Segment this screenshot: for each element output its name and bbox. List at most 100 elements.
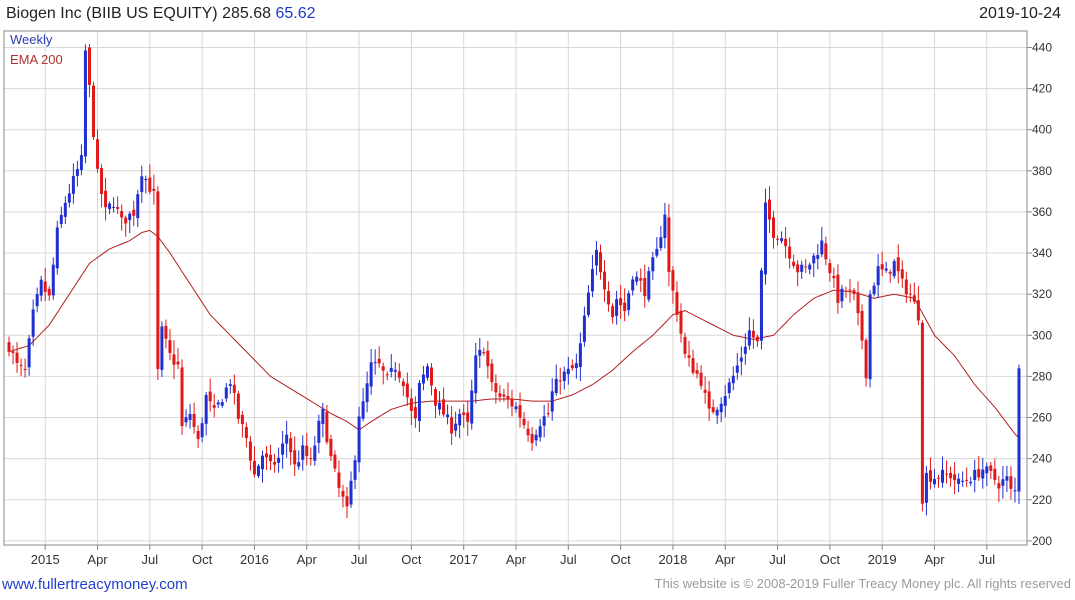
candle-body xyxy=(454,423,458,431)
candle-body xyxy=(792,261,796,266)
candle-body xyxy=(470,390,474,424)
candle-body xyxy=(763,202,767,275)
candle-body xyxy=(87,47,91,85)
candle-body xyxy=(832,276,836,279)
candle-body xyxy=(864,340,868,379)
candle-body xyxy=(1005,476,1009,481)
candle-body xyxy=(828,263,832,274)
candle-body xyxy=(804,266,808,268)
candle-body xyxy=(896,257,900,272)
candle-body xyxy=(232,384,236,393)
candle-body xyxy=(1017,368,1021,492)
candle-body xyxy=(788,246,792,259)
candle-body xyxy=(71,176,75,194)
x-tick-label: Jul xyxy=(978,552,995,567)
candle-body xyxy=(96,139,100,169)
candle-body xyxy=(31,309,35,337)
candle-body xyxy=(124,217,128,224)
price-chart: 200220240260280300320340360380400420440 … xyxy=(3,30,1052,567)
chart-date: 2019-10-24 xyxy=(979,5,1061,22)
candle-body xyxy=(15,352,19,363)
candle-body xyxy=(220,402,224,406)
candle-body xyxy=(168,340,172,353)
y-tick-label: 400 xyxy=(1032,123,1052,137)
candle-body xyxy=(212,405,216,408)
candle-body xyxy=(711,407,715,413)
candle-body xyxy=(747,330,751,346)
candle-body xyxy=(341,490,345,497)
candle-body xyxy=(627,293,631,311)
candle-body xyxy=(148,177,152,192)
candle-body xyxy=(631,279,635,291)
candle-body xyxy=(941,469,945,483)
candle-body xyxy=(39,279,43,296)
candle-body xyxy=(329,438,333,457)
candle-body xyxy=(27,338,31,368)
candle-body xyxy=(703,389,707,393)
candle-body xyxy=(671,270,675,291)
candle-body xyxy=(92,85,95,137)
y-tick-label: 340 xyxy=(1032,246,1052,260)
candle-body xyxy=(281,443,285,455)
x-tick-label: Jul xyxy=(560,552,577,567)
candle-body xyxy=(19,365,23,367)
candle-body xyxy=(663,214,667,239)
candle-body xyxy=(23,368,27,370)
candle-body xyxy=(949,472,953,479)
candle-body xyxy=(244,427,248,438)
candle-body xyxy=(566,368,570,375)
candle-body xyxy=(421,374,425,384)
x-tick-label: Jul xyxy=(351,552,368,567)
candle-body xyxy=(852,290,856,294)
candle-body xyxy=(430,367,433,386)
candle-body xyxy=(675,291,679,315)
y-tick-label: 320 xyxy=(1032,287,1052,301)
candle-body xyxy=(112,206,116,208)
candle-body xyxy=(812,255,816,264)
x-tick-label: Oct xyxy=(192,552,213,567)
candle-body xyxy=(570,365,574,369)
candle-body xyxy=(55,227,59,269)
candle-body xyxy=(413,407,417,419)
candle-body xyxy=(502,394,506,397)
y-tick-label: 420 xyxy=(1032,82,1052,96)
candle-body xyxy=(43,281,47,292)
candle-body xyxy=(542,416,546,426)
candle-body xyxy=(59,215,63,224)
candle-body xyxy=(743,346,747,354)
candle-body xyxy=(289,438,293,453)
y-tick-label: 200 xyxy=(1032,534,1052,548)
x-tick-label: Apr xyxy=(297,552,318,567)
candle-body xyxy=(683,336,687,354)
candle-body xyxy=(635,276,639,282)
candle-body xyxy=(458,413,462,426)
candle-body xyxy=(180,367,184,427)
candle-body xyxy=(578,343,582,367)
x-axis: 2015 Apr Jul Oct 2016 Apr Jul Oct 2017 Apr Jul Oct 2… xyxy=(31,545,995,567)
candle-body xyxy=(313,445,317,461)
candle-body xyxy=(546,413,550,415)
candle-body xyxy=(261,455,264,470)
y-tick-label: 260 xyxy=(1032,411,1052,425)
candle-body xyxy=(997,483,1001,489)
candle-body xyxy=(1001,479,1005,486)
candle-body xyxy=(719,403,723,413)
candle-body xyxy=(647,271,651,300)
candle-body xyxy=(611,306,615,317)
candle-body xyxy=(768,199,771,220)
candle-body xyxy=(973,469,977,481)
candle-body xyxy=(345,496,349,507)
candle-body xyxy=(79,155,83,171)
site-link[interactable]: www.fullertreacymoney.com xyxy=(2,576,188,593)
candle-body xyxy=(904,279,908,295)
candle-body xyxy=(152,188,156,191)
candle-body xyxy=(961,480,965,482)
candle-body xyxy=(538,426,542,438)
candle-body xyxy=(397,371,401,378)
candle-body xyxy=(269,454,273,462)
candle-body xyxy=(265,453,269,458)
candle-body xyxy=(305,445,309,457)
y-tick-label: 220 xyxy=(1032,493,1052,507)
candle-body xyxy=(108,203,112,210)
candle-body xyxy=(156,191,160,370)
